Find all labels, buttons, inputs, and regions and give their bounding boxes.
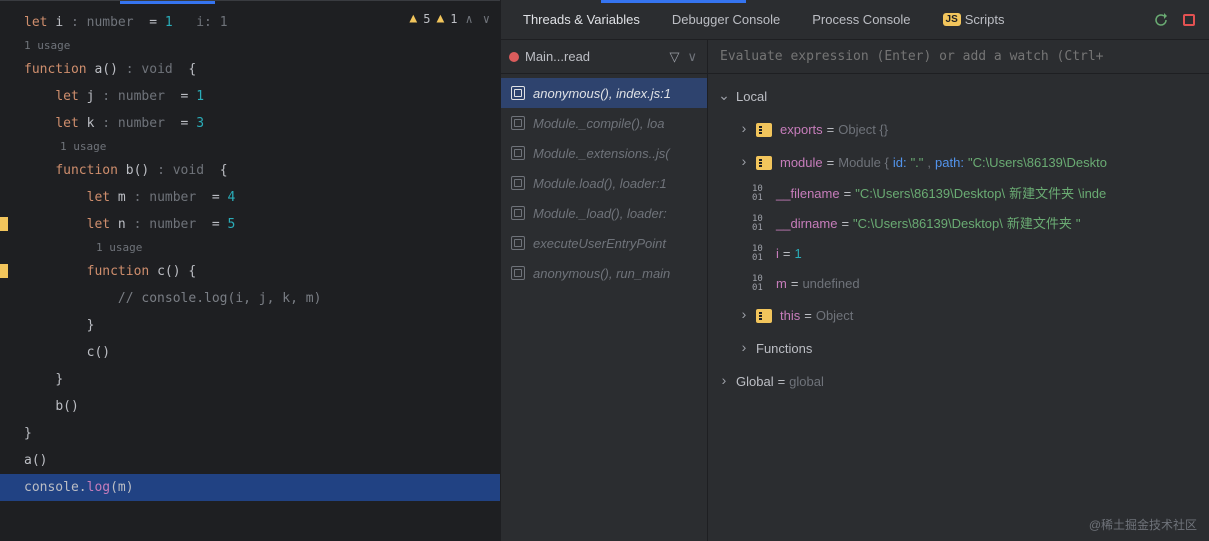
evaluate-bar bbox=[708, 40, 1209, 74]
var-i[interactable]: 1001i = 1 bbox=[708, 239, 1209, 269]
frame-item[interactable]: Module._compile(), loa bbox=[501, 108, 707, 138]
breakpoint-line: console.log(m) bbox=[0, 474, 500, 501]
expand-icon[interactable] bbox=[736, 146, 752, 179]
watermark: @稀土掘金技术社区 bbox=[1089, 516, 1197, 533]
frames-pane: Main...read ▽ ∨ anonymous(), index.js:1 … bbox=[501, 40, 708, 541]
scope-global[interactable]: Global = global bbox=[708, 365, 1209, 398]
scope-functions[interactable]: Functions bbox=[708, 332, 1209, 365]
rerun-button[interactable] bbox=[1149, 8, 1173, 32]
filter-icon[interactable]: ▽ bbox=[669, 49, 679, 65]
frame-list: anonymous(), index.js:1 Module._compile(… bbox=[501, 74, 707, 288]
usage-hint: 1 usage bbox=[24, 238, 500, 258]
stop-icon bbox=[1183, 14, 1195, 26]
frame-item[interactable]: Module.load(), loader:1 bbox=[501, 168, 707, 198]
stop-button[interactable] bbox=[1177, 8, 1201, 32]
primitive-icon: 1001 bbox=[752, 185, 768, 203]
breakpoint-icon bbox=[509, 52, 519, 62]
frame-icon bbox=[511, 116, 525, 130]
frame-item[interactable]: Module._load(), loader: bbox=[501, 198, 707, 228]
frame-icon bbox=[511, 146, 525, 160]
code-editor[interactable]: let i : number = 1 i: 1 1 usage function… bbox=[0, 1, 500, 501]
var-dirname[interactable]: 1001__dirname = "C:\Users\86139\Desktop\… bbox=[708, 209, 1209, 239]
frame-item[interactable]: executeUserEntryPoint bbox=[501, 228, 707, 258]
debug-tabs: Threads & Variables Debugger Console Pro… bbox=[501, 0, 1209, 40]
var-m[interactable]: 1001m = undefined bbox=[708, 269, 1209, 299]
object-icon bbox=[756, 123, 772, 137]
frame-icon bbox=[511, 86, 525, 100]
expand-icon[interactable] bbox=[716, 80, 732, 113]
frame-item[interactable]: anonymous(), run_main bbox=[501, 258, 707, 288]
var-exports[interactable]: exports = Object {} bbox=[708, 113, 1209, 146]
gutter-change-marker bbox=[0, 264, 8, 278]
editor-tab-indicator bbox=[120, 1, 215, 4]
debug-pane: Threads & Variables Debugger Console Pro… bbox=[500, 0, 1209, 541]
scope-local[interactable]: Local bbox=[708, 80, 1209, 113]
editor-pane: ▲ 5 ▲ 1 ∧ ∨ let i : number = 1 i: 1 1 us… bbox=[0, 0, 500, 541]
primitive-icon: 1001 bbox=[752, 245, 768, 263]
debug-tab-indicator bbox=[601, 0, 746, 3]
frame-item[interactable]: anonymous(), index.js:1 bbox=[501, 78, 707, 108]
thread-selector[interactable]: Main...read ▽ ∨ bbox=[501, 40, 707, 74]
primitive-icon: 1001 bbox=[752, 275, 768, 293]
tab-scripts[interactable]: JSScripts bbox=[929, 0, 1019, 40]
usage-hint: 1 usage bbox=[24, 36, 500, 56]
expand-icon[interactable] bbox=[736, 299, 752, 332]
primitive-icon: 1001 bbox=[752, 215, 768, 233]
gutter-change-marker bbox=[0, 217, 8, 231]
var-this[interactable]: this = Object bbox=[708, 299, 1209, 332]
object-icon bbox=[756, 309, 772, 323]
thread-name: Main...read bbox=[525, 49, 590, 64]
var-filename[interactable]: 1001__filename = "C:\Users\86139\Desktop… bbox=[708, 179, 1209, 209]
usage-hint: 1 usage bbox=[24, 137, 500, 157]
expand-icon[interactable] bbox=[716, 365, 732, 398]
tab-debugger-console[interactable]: Debugger Console bbox=[658, 0, 794, 40]
variables-tree: Local exports = Object {} module = Modul… bbox=[708, 74, 1209, 404]
expand-icon[interactable] bbox=[736, 113, 752, 146]
frame-icon bbox=[511, 236, 525, 250]
frame-item[interactable]: Module._extensions..js( bbox=[501, 138, 707, 168]
frame-icon bbox=[511, 176, 525, 190]
var-module[interactable]: module = Module {id: ".",path: "C:\Users… bbox=[708, 146, 1209, 179]
tab-threads-variables[interactable]: Threads & Variables bbox=[509, 0, 654, 40]
js-icon: JS bbox=[943, 13, 961, 26]
thread-dropdown-icon[interactable]: ∨ bbox=[685, 49, 699, 65]
object-icon bbox=[756, 156, 772, 170]
evaluate-input[interactable] bbox=[720, 49, 1197, 64]
tab-process-console[interactable]: Process Console bbox=[798, 0, 924, 40]
frame-icon bbox=[511, 266, 525, 280]
expand-icon[interactable] bbox=[736, 332, 752, 365]
variables-pane: Local exports = Object {} module = Modul… bbox=[708, 40, 1209, 541]
frame-icon bbox=[511, 206, 525, 220]
